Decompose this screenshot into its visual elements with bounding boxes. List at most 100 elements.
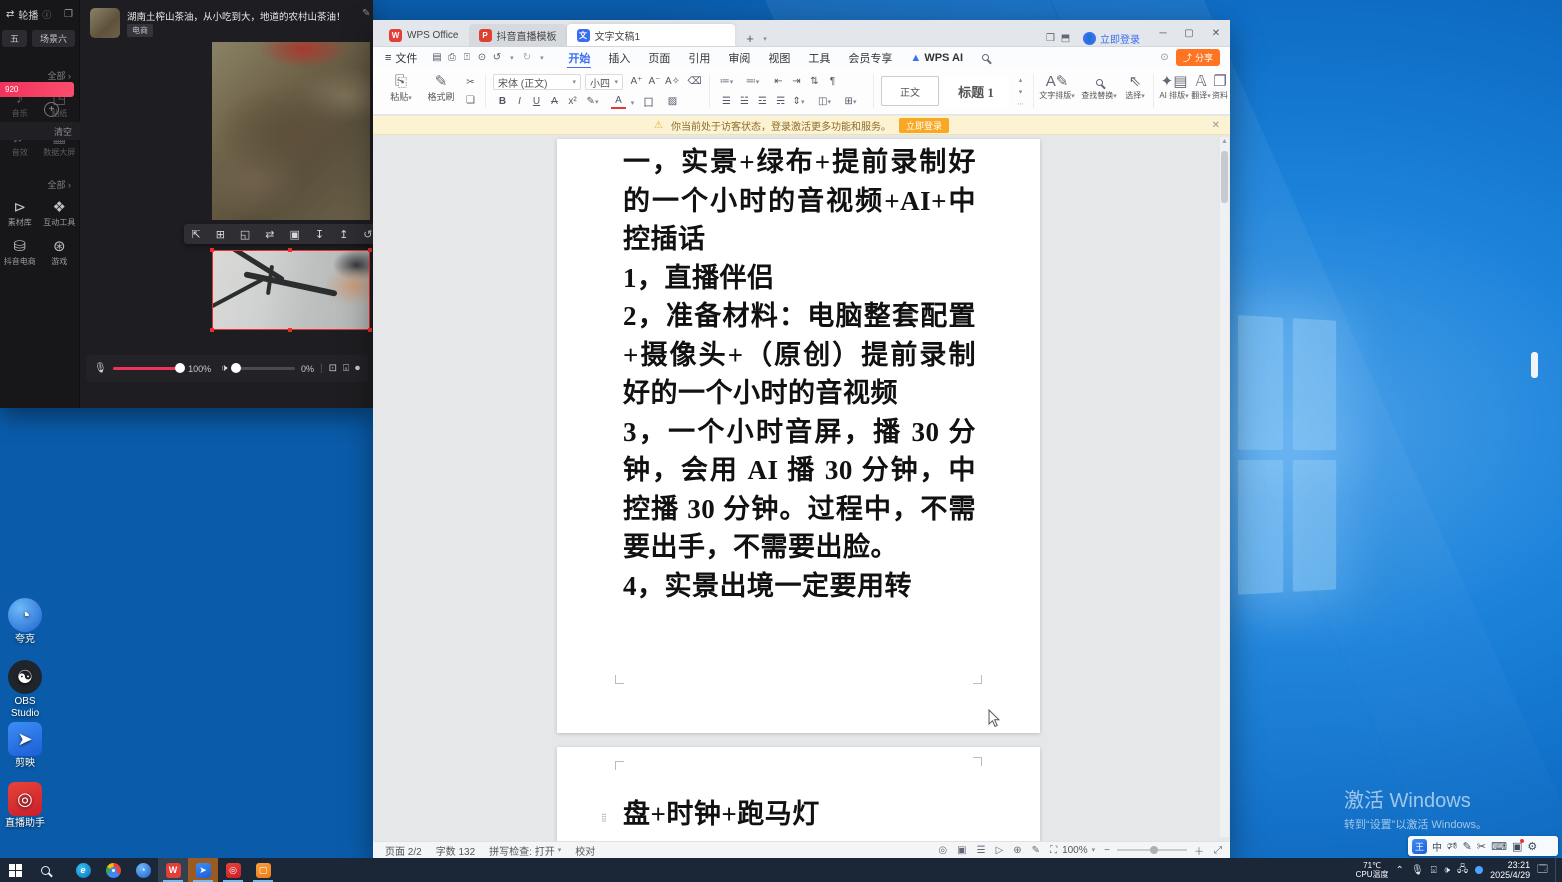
font-color-dropdown[interactable]: ▾: [625, 95, 640, 110]
font-name-select[interactable]: 宋体 (正文)▾: [493, 74, 581, 90]
taskbar-live-companion-active[interactable]: ➤: [188, 858, 218, 882]
selection-handle[interactable]: [368, 328, 372, 332]
eye-protect-icon[interactable]: ⊙: [1157, 50, 1172, 65]
highlight-color-button[interactable]: ✎▾: [585, 94, 600, 109]
reset-icon[interactable]: ↺: [363, 228, 372, 241]
scroll-up-arrow[interactable]: ▲: [1220, 137, 1229, 147]
tray-bluetooth-dot[interactable]: [1475, 866, 1483, 874]
ime-logo-icon[interactable]: 王: [1412, 839, 1427, 854]
microphone-icon[interactable]: 🎙: [94, 363, 107, 374]
taskbar-search-button[interactable]: [30, 858, 60, 882]
outdent-icon[interactable]: ⇤: [771, 74, 786, 89]
superscript-button[interactable]: x²: [565, 94, 580, 109]
paste-button[interactable]: ⎘ 粘贴▾: [381, 73, 421, 103]
file-menu[interactable]: ≡ 文件: [373, 50, 429, 66]
maximize-button[interactable]: ▢: [1176, 20, 1202, 46]
notice-close-icon[interactable]: ✕: [1212, 120, 1220, 131]
carousel-swap-icon[interactable]: ⇄: [6, 9, 14, 20]
selection-handle[interactable]: [288, 328, 292, 332]
scene-preview-video[interactable]: [212, 42, 370, 220]
ime-toolbox-icon[interactable]: ▣: [1512, 840, 1522, 853]
taskbar-edge[interactable]: e: [68, 858, 98, 882]
align-right-icon[interactable]: ☲: [755, 94, 770, 109]
menu-tab-view[interactable]: 视图: [759, 50, 799, 66]
crop-icon[interactable]: ▣: [289, 228, 299, 241]
style-heading1[interactable]: 标题 1: [943, 76, 1009, 106]
tab-wps-home[interactable]: W WPS Office: [379, 24, 469, 46]
scene-tab-6[interactable]: 场景六: [32, 30, 75, 47]
screenshot-icon[interactable]: ⊡: [329, 363, 337, 374]
export-pdf-icon[interactable]: ⍐: [459, 50, 474, 65]
zoom-in-button[interactable]: ＋: [1194, 843, 1204, 858]
show-desktop-sliver[interactable]: [1555, 858, 1558, 882]
desktop-icon-quark[interactable]: ◔ 夸克: [0, 598, 50, 646]
tray-volume-icon[interactable]: 🕩: [1444, 865, 1450, 876]
spellcheck-status[interactable]: 拼写检查: 打开: [489, 843, 555, 858]
underline-button[interactable]: U: [529, 94, 544, 109]
add-scene-button[interactable]: +: [44, 102, 59, 117]
move-up-icon[interactable]: ↥: [339, 228, 348, 241]
menu-tab-member[interactable]: 会员专享: [839, 50, 901, 66]
tray-network-icon[interactable]: 🖧: [1457, 862, 1468, 879]
document-page-1[interactable]: 一，实景+绿布+提前录制好的一个小时的音视频+AI+中控插话 1，直播伴侣 2，…: [557, 139, 1040, 733]
tray-expand-icon[interactable]: ⌃: [1396, 865, 1404, 876]
tray-mic-icon[interactable]: 🎙: [1411, 865, 1424, 876]
ime-keyboard-icon[interactable]: ⌨: [1491, 840, 1507, 853]
vertical-scrollbar[interactable]: ▲: [1220, 137, 1229, 837]
mic-volume-slider[interactable]: [113, 367, 182, 370]
word-count[interactable]: 字数 132: [436, 843, 475, 858]
zoom-slider[interactable]: [1117, 849, 1187, 851]
desktop-icon-live-helper[interactable]: ◎ 直播助手: [0, 782, 50, 830]
rotate-icon[interactable]: ◱: [240, 228, 250, 241]
taskbar-quark[interactable]: ◔: [128, 858, 158, 882]
format-painter-button[interactable]: ✎ 格式刷: [421, 73, 461, 103]
help-icon[interactable]: ⓘ: [42, 8, 51, 21]
monitor-volume-slider[interactable]: [233, 367, 295, 370]
border-button[interactable]: ⊞▾: [843, 94, 858, 109]
undo-dropdown[interactable]: ▾: [504, 50, 519, 65]
desktop-icon-obs[interactable]: ☯ OBS Studio: [0, 660, 50, 720]
fullscreen-button[interactable]: ⤢: [1214, 845, 1222, 856]
increase-font-icon[interactable]: A⁺: [629, 74, 644, 89]
copy-icon[interactable]: ❏: [463, 93, 478, 108]
layout-split-icon[interactable]: ❒: [1043, 31, 1058, 46]
preview-icon[interactable]: ⊙: [474, 50, 489, 65]
edit-title-icon[interactable]: ✎: [362, 8, 370, 19]
line-spacing-button[interactable]: ⇕▾: [791, 94, 806, 109]
ime-lang-toggle[interactable]: 中: [1432, 839, 1442, 854]
menu-tab-page[interactable]: 页面: [639, 50, 679, 66]
redo-icon[interactable]: ↻: [519, 50, 534, 65]
tab-list-dropdown[interactable]: ▾: [758, 31, 773, 46]
search-icon[interactable]: [978, 50, 993, 65]
show-marks-icon[interactable]: ¶: [825, 74, 840, 89]
stream-cover-thumbnail[interactable]: [90, 8, 120, 38]
decrease-font-icon[interactable]: A⁻: [647, 74, 662, 89]
clear-format-icon[interactable]: ⌫: [687, 74, 702, 89]
menu-tab-insert[interactable]: 插入: [599, 50, 639, 66]
ai-layout-button[interactable]: ✦▤ AI 排版▾: [1158, 73, 1190, 101]
taskbar-chrome[interactable]: [98, 858, 128, 882]
new-tab-button[interactable]: +: [743, 31, 758, 46]
eye-mode-icon[interactable]: ◎: [938, 845, 947, 856]
tray-display-icon[interactable]: ⌻: [1431, 865, 1437, 876]
clear-button[interactable]: 清空: [0, 122, 80, 140]
find-replace-button[interactable]: 查找替换▾: [1079, 73, 1119, 101]
translate-button[interactable]: 𝔸 翻译▾: [1191, 73, 1211, 101]
notice-login-button[interactable]: 立即登录: [899, 118, 949, 133]
cpu-temp-widget[interactable]: 71℃ CPU温度: [1356, 861, 1389, 879]
popout-icon[interactable]: ❐: [64, 9, 73, 20]
align-justify-icon[interactable]: ☴: [773, 94, 788, 109]
section-header-all-1[interactable]: 全部 ›: [0, 69, 79, 82]
select-button[interactable]: ⇖ 选择▾: [1121, 73, 1149, 101]
selection-handle[interactable]: [210, 248, 214, 252]
scrollbar-thumb[interactable]: [1221, 151, 1228, 203]
fit-screen-icon[interactable]: ⊞: [216, 228, 225, 241]
record-icon[interactable]: ⏺: [355, 363, 360, 374]
taskbar-orange-app-running[interactable]: ▢: [248, 858, 278, 882]
bold-button[interactable]: B: [495, 94, 510, 109]
material-button[interactable]: ❐ 资料: [1211, 73, 1229, 101]
menu-tab-tools[interactable]: 工具: [799, 50, 839, 66]
italic-button[interactable]: I: [512, 94, 527, 109]
numbered-list-button[interactable]: ≕▾: [745, 74, 760, 89]
tool-interactive[interactable]: ❖互动工具: [40, 199, 78, 228]
